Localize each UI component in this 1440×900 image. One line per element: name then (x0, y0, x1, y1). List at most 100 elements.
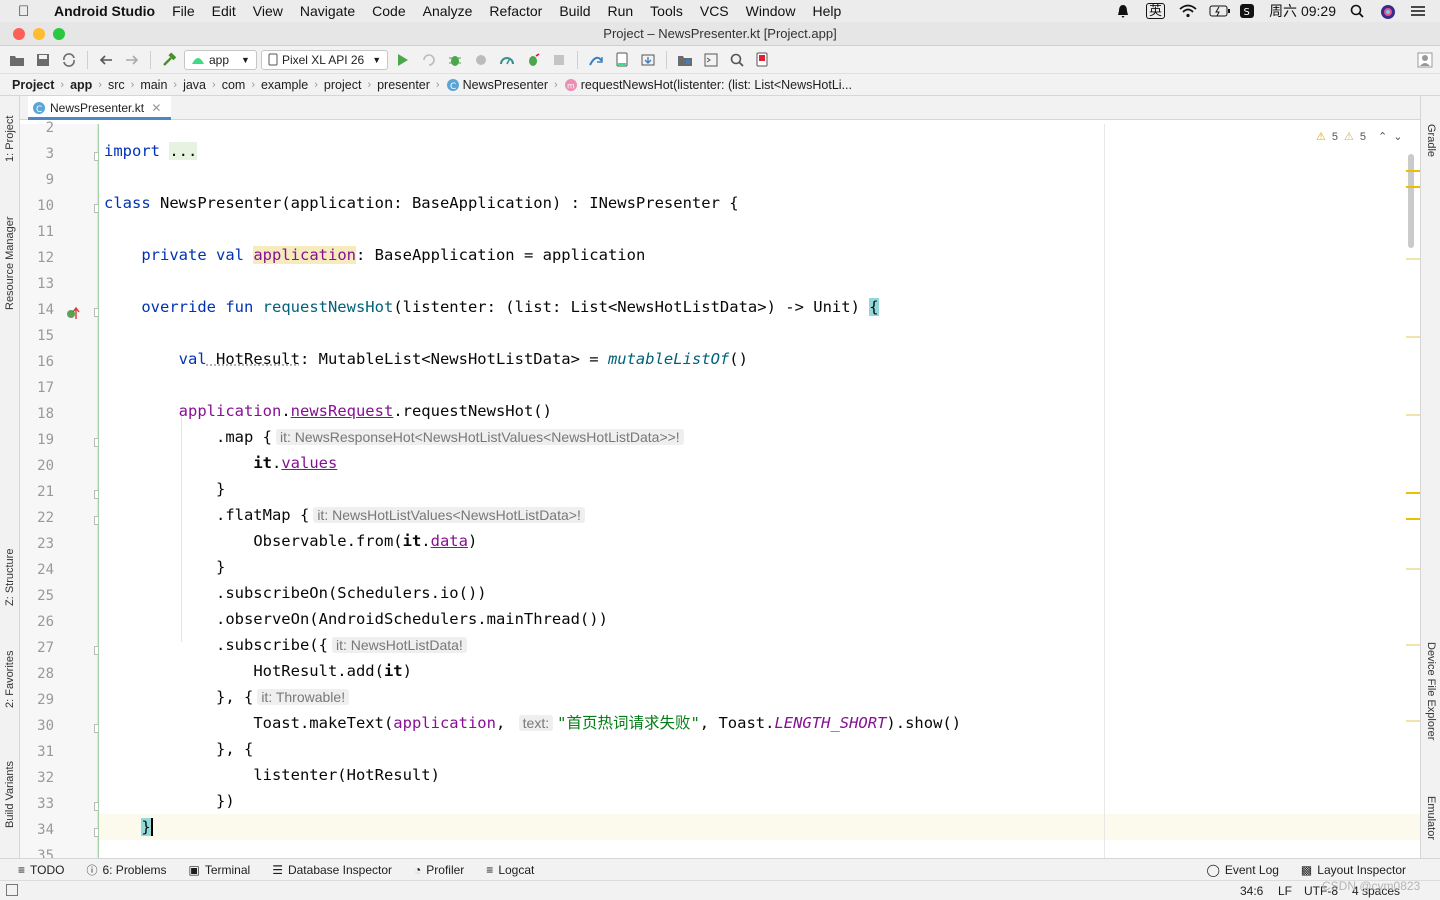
tool-terminal[interactable]: ▣ Terminal (189, 863, 251, 877)
run-icon[interactable] (392, 50, 414, 70)
chevron-down-icon[interactable]: ⌄ (1393, 130, 1402, 143)
tab-newspresenter[interactable]: C NewsPresenter.kt ✕ (28, 96, 172, 120)
project-structure-icon[interactable] (674, 50, 696, 70)
avd-manager-icon[interactable] (611, 50, 633, 70)
sdk-manager-icon[interactable] (637, 50, 659, 70)
crumb-project[interactable]: Project › (12, 78, 70, 92)
crumb-app[interactable]: app › (70, 78, 108, 92)
apply-changes-icon[interactable] (418, 50, 440, 70)
back-arrow-icon[interactable] (95, 50, 117, 70)
line-number[interactable]: 9 (20, 172, 54, 188)
stop-icon[interactable] (548, 50, 570, 70)
error-stripe[interactable] (1404, 124, 1420, 858)
inspection-widget[interactable]: ⚠ 5 ⚠ 5 ⌃ ⌄ (1316, 130, 1402, 144)
line-number[interactable]: 27 (20, 640, 54, 656)
zoom-window-button[interactable] (53, 28, 65, 40)
caret-position[interactable]: 34:6 (1240, 884, 1263, 898)
attach-process-icon[interactable] (522, 50, 544, 70)
menu-window[interactable]: Window (746, 3, 796, 19)
sync-gradle-icon[interactable] (585, 50, 607, 70)
menu-analyze[interactable]: Analyze (423, 3, 473, 19)
line-number[interactable]: 15 (20, 328, 54, 344)
menu-run[interactable]: Run (607, 3, 633, 19)
make-project-hammer-icon[interactable] (158, 50, 180, 70)
terminal-window-icon[interactable] (700, 50, 722, 70)
tool-profiler[interactable]: ◔ Profiler (414, 863, 464, 877)
clock[interactable]: 周六 09:29 (1269, 1, 1336, 21)
sync-icon[interactable] (58, 50, 80, 70)
line-number[interactable]: 25 (20, 588, 54, 604)
line-number[interactable]: 11 (20, 224, 54, 240)
tool-event-log[interactable]: ◯ Event Log (1206, 863, 1278, 877)
crumb-example[interactable]: example › (261, 78, 324, 92)
line-number[interactable]: 3 (20, 146, 54, 162)
code-editor[interactable]: import ... class NewsPresenter(applicati… (98, 124, 1420, 858)
run-config-selector[interactable]: app ▼ (184, 49, 257, 70)
line-number[interactable]: 21 (20, 484, 54, 500)
minimize-window-button[interactable] (33, 28, 45, 40)
chevron-up-icon[interactable]: ⌃ (1378, 130, 1387, 143)
crumb-class[interactable]: C NewsPresenter › (446, 78, 564, 92)
debug-icon[interactable] (444, 50, 466, 70)
tool-structure[interactable]: Z: Structure (4, 549, 16, 606)
line-number[interactable]: 23 (20, 536, 54, 552)
line-number[interactable]: 28 (20, 666, 54, 682)
apple-icon[interactable]:  (18, 3, 38, 20)
crumb-project-pkg[interactable]: project › (324, 78, 377, 92)
tool-logcat[interactable]: ≡ Logcat (486, 863, 534, 877)
tool-layout-inspector[interactable]: ▩ Layout Inspector (1301, 863, 1406, 877)
notification-bell-icon[interactable] (1116, 4, 1132, 18)
line-number[interactable]: 2 (20, 120, 54, 136)
control-center-icon[interactable] (1410, 4, 1426, 18)
vertical-scrollbar-thumb[interactable] (1408, 154, 1414, 248)
profile-icon[interactable] (470, 50, 492, 70)
account-icon[interactable] (1414, 50, 1436, 70)
line-number[interactable]: 13 (20, 276, 54, 292)
tool-resource-manager[interactable]: Resource Manager (4, 216, 16, 310)
crumb-src[interactable]: src › (108, 78, 140, 92)
line-number[interactable]: 30 (20, 718, 54, 734)
line-number[interactable]: 10 (20, 198, 54, 214)
line-number[interactable]: 33 (20, 796, 54, 812)
attach-debugger-icon[interactable] (496, 50, 518, 70)
menu-build[interactable]: Build (559, 3, 590, 19)
line-number[interactable]: 24 (20, 562, 54, 578)
menu-refactor[interactable]: Refactor (489, 3, 542, 19)
line-number[interactable]: 20 (20, 458, 54, 474)
tool-gradle[interactable]: Gradle (1425, 124, 1437, 157)
menu-view[interactable]: View (253, 3, 283, 19)
menu-navigate[interactable]: Navigate (300, 3, 355, 19)
forward-arrow-icon[interactable] (121, 50, 143, 70)
line-number[interactable]: 17 (20, 380, 54, 396)
crumb-java[interactable]: java › (183, 78, 222, 92)
line-number[interactable]: 31 (20, 744, 54, 760)
toggle-tool-windows-icon[interactable] (6, 884, 18, 896)
menu-file[interactable]: File (172, 3, 195, 19)
close-window-button[interactable] (13, 28, 25, 40)
tool-favorites[interactable]: 2: Favorites (4, 651, 16, 708)
line-number[interactable]: 22 (20, 510, 54, 526)
line-number[interactable]: 16 (20, 354, 54, 370)
menu-edit[interactable]: Edit (212, 3, 236, 19)
line-number[interactable]: 12 (20, 250, 54, 266)
open-folder-icon[interactable] (6, 50, 28, 70)
line-separator[interactable]: LF (1278, 884, 1292, 898)
menu-help[interactable]: Help (812, 3, 841, 19)
line-number[interactable]: 34 (20, 822, 54, 838)
tool-emulator[interactable]: Emulator (1425, 796, 1437, 840)
line-number[interactable]: 18 (20, 406, 54, 422)
search-everywhere-icon[interactable] (726, 50, 748, 70)
wifi-icon[interactable] (1179, 4, 1197, 18)
menu-code[interactable]: Code (372, 3, 405, 19)
tool-build-variants[interactable]: Build Variants (4, 761, 16, 828)
menu-app-name[interactable]: Android Studio (54, 3, 155, 19)
tool-todo[interactable]: ≡ TODO (18, 863, 64, 877)
siri-icon[interactable] (1380, 4, 1396, 19)
menu-tools[interactable]: Tools (650, 3, 683, 19)
line-number[interactable]: 14 (20, 302, 54, 318)
input-method-indicator[interactable]: 英 (1146, 3, 1166, 19)
tool-database-inspector[interactable]: ☰ Database Inspector (272, 863, 392, 877)
menu-vcs[interactable]: VCS (700, 3, 729, 19)
close-tab-icon[interactable]: ✕ (151, 101, 161, 115)
line-number[interactable]: 19 (20, 432, 54, 448)
